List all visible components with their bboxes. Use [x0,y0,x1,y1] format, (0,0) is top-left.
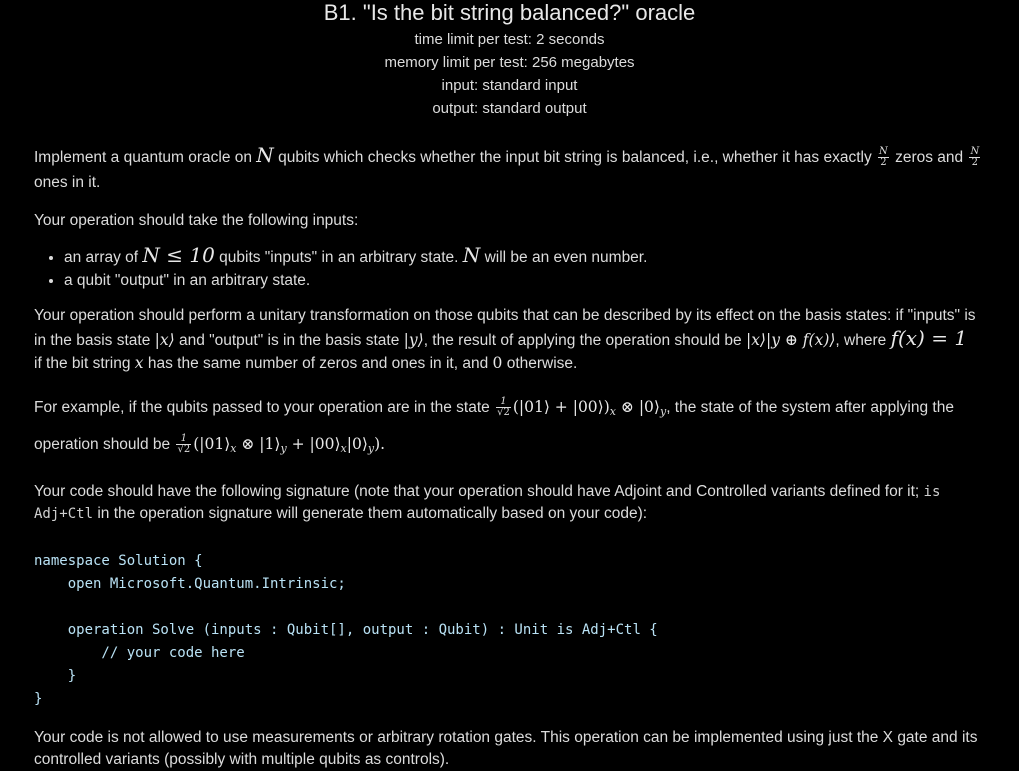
memory-limit: memory limit per test: 256 megabytes [384,54,635,71]
code-line: } [34,691,43,707]
code-line: open Microsoft.Quantum.Intrinsic; [34,576,346,592]
math-half-fraction: N2 [878,146,889,169]
code-block[interactable]: namespace Solution { open Microsoft.Quan… [34,550,1004,711]
code-line: namespace Solution { [34,553,203,569]
math-fraction: 1 √2 [176,433,192,456]
statement-paragraph-3: Your operation should perform a unitary … [34,307,976,372]
problem-statement: Implement a quantum oracle on N qubits w… [34,143,1004,771]
math-half-fraction: N2 [969,146,981,169]
statement-paragraph-6: Your code is not allowed to use measurem… [34,729,978,768]
problem-title: B1. "Is the bit string balanced?" oracle [323,0,696,25]
math-condition: N ≤ 10 [142,243,215,267]
statement-paragraph-2: Your operation should take the following… [34,212,359,229]
code-line: operation Solve (inputs : Qubit[], outpu… [34,622,658,638]
code-line: } [34,668,77,684]
inline-code-adj-ctl: Adj+Ctl [34,506,94,522]
list-item: an array of N ≤ 10 qubits "inputs" in an… [64,244,1004,269]
inline-code-is: is [923,484,941,500]
output-spec: output: standard output [432,100,587,117]
problem-limits: time limit per test: 2 seconds memory li… [0,28,1019,120]
statement-paragraph-1: Implement a quantum oracle on N qubits w… [34,143,981,191]
problem-header: B1. "Is the bit string balanced?" oracle… [0,0,1019,120]
list-item: a qubit "output" in an arbitrary state. [64,269,1004,292]
math-N: N [256,143,274,167]
inputs-list: an array of N ≤ 10 qubits "inputs" in an… [34,244,1004,292]
math-fraction: 1 √2 [496,396,511,419]
statement-paragraph-4: For example, if the qubits passed to you… [34,396,954,456]
input-spec: input: standard input [441,77,578,94]
code-line: // your code here [34,645,245,661]
time-limit: time limit per test: 2 seconds [414,31,605,48]
statement-paragraph-5: Your code should have the following sign… [34,483,941,522]
